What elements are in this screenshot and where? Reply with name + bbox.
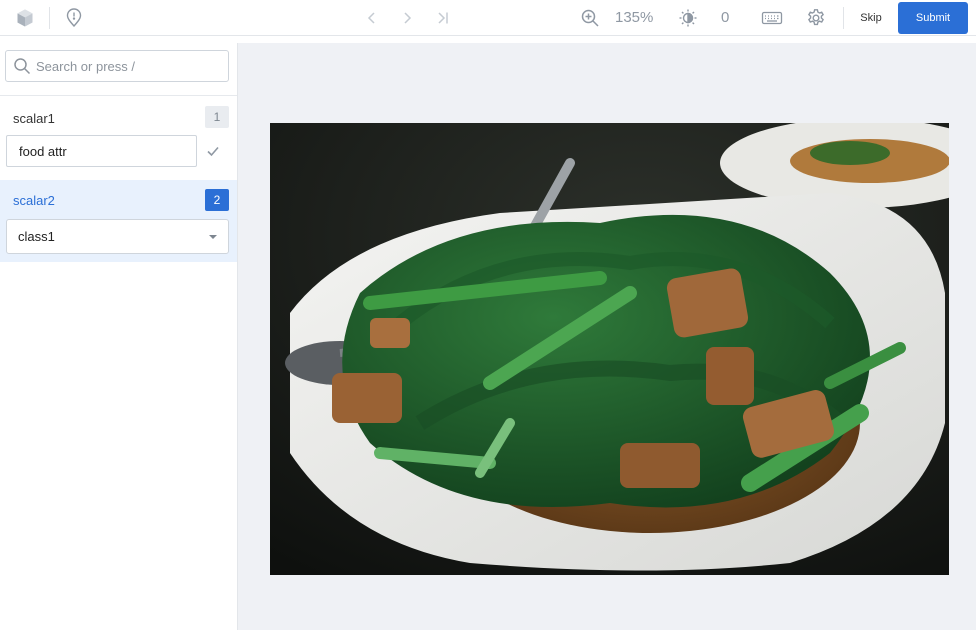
- field-label: scalar1: [13, 111, 55, 126]
- skip-to-end-icon[interactable]: [430, 6, 454, 30]
- chevron-left-icon[interactable]: [360, 6, 384, 30]
- field-scalar1[interactable]: scalar1 1: [0, 96, 237, 180]
- search-box[interactable]: [5, 50, 229, 82]
- field-label: scalar2: [13, 193, 55, 208]
- select-value: class1: [18, 229, 55, 244]
- field-index-badge: 2: [205, 189, 229, 211]
- sidebar: scalar1 1 scalar2 2 class1: [0, 43, 238, 630]
- zoom-level: 135%: [615, 9, 654, 26]
- field-scalar2[interactable]: scalar2 2 class1: [0, 180, 237, 262]
- scalar2-select[interactable]: class1: [6, 219, 229, 254]
- search-icon: [13, 57, 31, 80]
- food-photo: [270, 123, 949, 575]
- toolbar-separator: [49, 7, 50, 29]
- zoom-in-icon[interactable]: [578, 6, 602, 30]
- image-canvas[interactable]: [238, 43, 976, 630]
- toolbar-separator: [843, 7, 844, 29]
- annotated-image[interactable]: [270, 123, 949, 575]
- search-input[interactable]: [36, 51, 226, 81]
- skip-button[interactable]: Skip: [852, 4, 890, 32]
- location-pin-icon[interactable]: [62, 6, 86, 30]
- top-toolbar: 135% 0 Skip Submit: [0, 0, 976, 36]
- field-index-badge: 1: [205, 106, 229, 128]
- settings-gear-icon[interactable]: [804, 6, 828, 30]
- submit-button[interactable]: Submit: [898, 2, 968, 34]
- scalar1-text-field[interactable]: [6, 135, 197, 167]
- scalar1-input[interactable]: [7, 136, 196, 166]
- keyboard-icon[interactable]: [760, 6, 784, 30]
- chevron-right-icon[interactable]: [395, 6, 419, 30]
- brightness-icon[interactable]: [676, 6, 700, 30]
- brightness-value: 0: [721, 9, 730, 26]
- logo-cube-icon[interactable]: [13, 6, 37, 30]
- chevron-down-icon: [209, 235, 217, 239]
- checkmark-icon[interactable]: [204, 142, 222, 160]
